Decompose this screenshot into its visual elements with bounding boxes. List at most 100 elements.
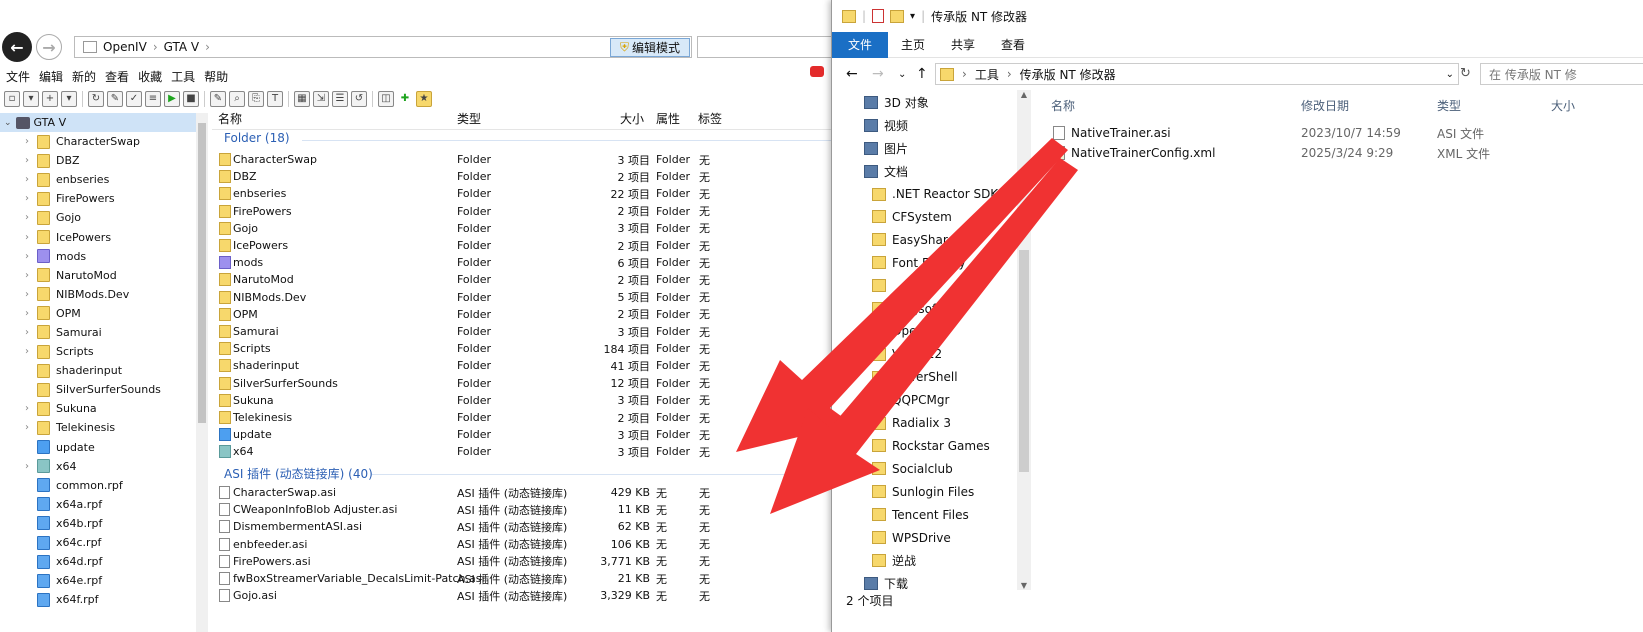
menu-new[interactable]: 新的 — [72, 68, 96, 86]
col-attr[interactable]: 属性 — [656, 110, 680, 127]
nav-item[interactable]: QQPCMgr — [872, 389, 949, 412]
chevron-right-icon[interactable]: › — [20, 461, 34, 472]
explorer-address-bar[interactable]: › 工具 › 传承版 NT 修改器 ⌄ — [935, 63, 1459, 85]
table-row[interactable]: x64 Folder 3 项目 Folder 无 — [212, 443, 840, 460]
nav-item[interactable]: Rockstar Games — [872, 435, 990, 458]
tree-item[interactable]: › IcePowers — [0, 227, 208, 246]
nav-item[interactable]: Socialclub — [872, 457, 953, 480]
chevron-right-icon[interactable]: › — [20, 270, 34, 281]
tree-scrollbar[interactable] — [196, 113, 208, 632]
table-row[interactable]: Samurai Folder 3 项目 Folder 无 — [212, 323, 840, 340]
menu-tools[interactable]: 工具 — [171, 68, 195, 86]
tab-home[interactable]: 主页 — [888, 32, 938, 58]
chevron-right-icon[interactable]: › — [20, 136, 34, 147]
tree-root[interactable]: ⌄ GTA V — [0, 113, 208, 132]
table-row[interactable]: DBZ Folder 2 项目 Folder 无 — [212, 168, 840, 185]
nav-item[interactable]: .NET Reactor SDK test — [872, 183, 1025, 206]
address-app[interactable]: OpenIV — [103, 40, 147, 54]
tree-item[interactable]: shaderinput — [0, 361, 208, 380]
forward-button[interactable]: → — [36, 34, 62, 60]
tree-item[interactable]: › Gojo — [0, 208, 208, 227]
back-arrow-icon[interactable]: ← — [846, 66, 858, 82]
new-file-icon[interactable]: ▫ — [4, 91, 20, 107]
table-row[interactable]: FirePowers Folder 2 项目 Folder 无 — [212, 203, 840, 220]
tree-item[interactable]: › Sukuna — [0, 399, 208, 418]
nav-item[interactable]: WPSDrive — [872, 526, 951, 549]
tree-item[interactable]: update — [0, 438, 208, 457]
nav-item[interactable]: 视频 — [864, 114, 908, 137]
table-row[interactable]: CharacterSwap Folder 3 项目 Folder 无 — [212, 151, 840, 168]
chevron-right-icon[interactable]: › — [20, 193, 34, 204]
table-row[interactable]: CWeaponInfoBlob Adjuster.asi ASI 插件 (动态链接… — [212, 501, 840, 518]
tree-item[interactable]: › CharacterSwap — [0, 132, 208, 151]
chevron-right-icon[interactable]: › — [20, 422, 34, 433]
table-row[interactable]: enbfeeder.asi ASI 插件 (动态链接库) 106 KB 无 无 — [212, 536, 840, 553]
recent-dropdown-icon[interactable]: ⌄ — [898, 69, 906, 80]
nav-item[interactable]: 图片 — [864, 137, 908, 160]
tree-item[interactable]: › x64 — [0, 457, 208, 476]
refresh-icon[interactable]: ↻ — [1460, 66, 1471, 81]
nav-item[interactable]: Sunlogin Files — [872, 480, 974, 503]
tab-share[interactable]: 共享 — [938, 32, 988, 58]
table-row[interactable]: fwBoxStreamerVariable_DecalsLimit-Patch.… — [212, 570, 840, 587]
nav-item[interactable]: 3D 对象 — [864, 91, 929, 114]
group-folder[interactable]: Folder (18) — [224, 131, 290, 145]
nav-scrollbar[interactable]: ▲ ▼ — [1017, 90, 1031, 590]
table-row[interactable]: Scripts Folder 184 项目 Folder 无 — [212, 340, 840, 357]
table-row[interactable]: Gojo.asi ASI 插件 (动态链接库) 3,329 KB 无 无 — [212, 587, 840, 604]
nav-item[interactable]: EasyShare — [872, 228, 955, 251]
tree-icon[interactable]: ≡ — [145, 91, 161, 107]
play-icon[interactable]: ▶ — [164, 91, 180, 107]
chevron-right-icon[interactable]: › — [20, 251, 34, 262]
wrench-icon[interactable]: ✎ — [107, 91, 123, 107]
nav-item[interactable]: Radialix 3 — [872, 412, 951, 435]
tab-view[interactable]: 查看 — [988, 32, 1038, 58]
menu-help[interactable]: 帮助 — [204, 68, 228, 86]
tree-item[interactable]: › Telekinesis — [0, 418, 208, 437]
nav-item[interactable]: Kingsoft — [872, 297, 941, 320]
tree-item[interactable]: › NIBMods.Dev — [0, 285, 208, 304]
menu-file[interactable]: 文件 — [6, 68, 30, 86]
tree-item[interactable]: › FirePowers — [0, 189, 208, 208]
tree-item[interactable]: x64a.rpf — [0, 495, 208, 514]
tree-item[interactable]: › DBZ — [0, 151, 208, 170]
path-current[interactable]: 传承版 NT 修改器 — [1020, 66, 1116, 83]
up-arrow-icon[interactable]: ↑ — [916, 66, 928, 82]
col-size[interactable]: 大小 — [620, 110, 644, 127]
menu-edit[interactable]: 编辑 — [39, 68, 63, 86]
chevron-right-icon[interactable]: › — [20, 155, 34, 166]
new-folder-icon[interactable] — [890, 9, 905, 23]
explorer-search-input[interactable]: 在 传承版 NT 修 — [1480, 63, 1643, 85]
nav-item[interactable] — [872, 274, 892, 297]
chevron-down-icon[interactable]: ⌄ — [4, 118, 12, 128]
chevron-right-icon[interactable]: › — [20, 403, 34, 414]
rebuild-icon[interactable]: ↻ — [88, 91, 104, 107]
address-bar[interactable]: OpenIV › GTA V › — [74, 36, 692, 58]
menu-favorites[interactable]: 收藏 — [138, 68, 162, 86]
table-row[interactable]: NarutoMod Folder 2 项目 Folder 无 — [212, 271, 840, 288]
chevron-down-icon[interactable]: ▾ — [910, 11, 915, 22]
nav-item[interactable]: CFSystem — [872, 206, 952, 229]
edit-mode-button[interactable]: ⛨ 编辑模式 — [610, 38, 690, 57]
group-asi[interactable]: ASI 插件 (动态链接库) (40) — [224, 465, 373, 482]
address-folder[interactable]: GTA V — [164, 40, 200, 54]
save-icon[interactable]: ■ — [183, 91, 199, 107]
tree-item[interactable]: › Scripts — [0, 342, 208, 361]
nav-item[interactable]: 逆战 — [872, 549, 916, 572]
table-row[interactable]: NIBMods.Dev Folder 5 项目 Folder 无 — [212, 289, 840, 306]
col-type[interactable]: 类型 — [457, 110, 481, 127]
col-name[interactable]: 名称 — [1051, 97, 1075, 114]
tree-item[interactable]: SilverSurferSounds — [0, 380, 208, 399]
tree-item[interactable]: x64b.rpf — [0, 514, 208, 533]
tree-item[interactable]: › NarutoMod — [0, 266, 208, 285]
table-row[interactable]: CharacterSwap.asi ASI 插件 (动态链接库) 429 KB 无 无 — [212, 484, 840, 501]
menu-view[interactable]: 查看 — [105, 68, 129, 86]
col-name[interactable]: 名称 — [218, 110, 242, 127]
forward-arrow-icon[interactable]: → — [872, 66, 884, 82]
back-button[interactable]: ← — [2, 32, 32, 62]
nav-item[interactable]: VS 2022 — [872, 343, 942, 366]
col-size[interactable]: 大小 — [1551, 97, 1575, 114]
table-row[interactable]: update Folder 3 项目 Folder 无 — [212, 426, 840, 443]
chevron-right-icon[interactable]: › — [20, 232, 34, 243]
table-row[interactable]: FirePowers.asi ASI 插件 (动态链接库) 3,771 KB 无 无 — [212, 553, 840, 570]
